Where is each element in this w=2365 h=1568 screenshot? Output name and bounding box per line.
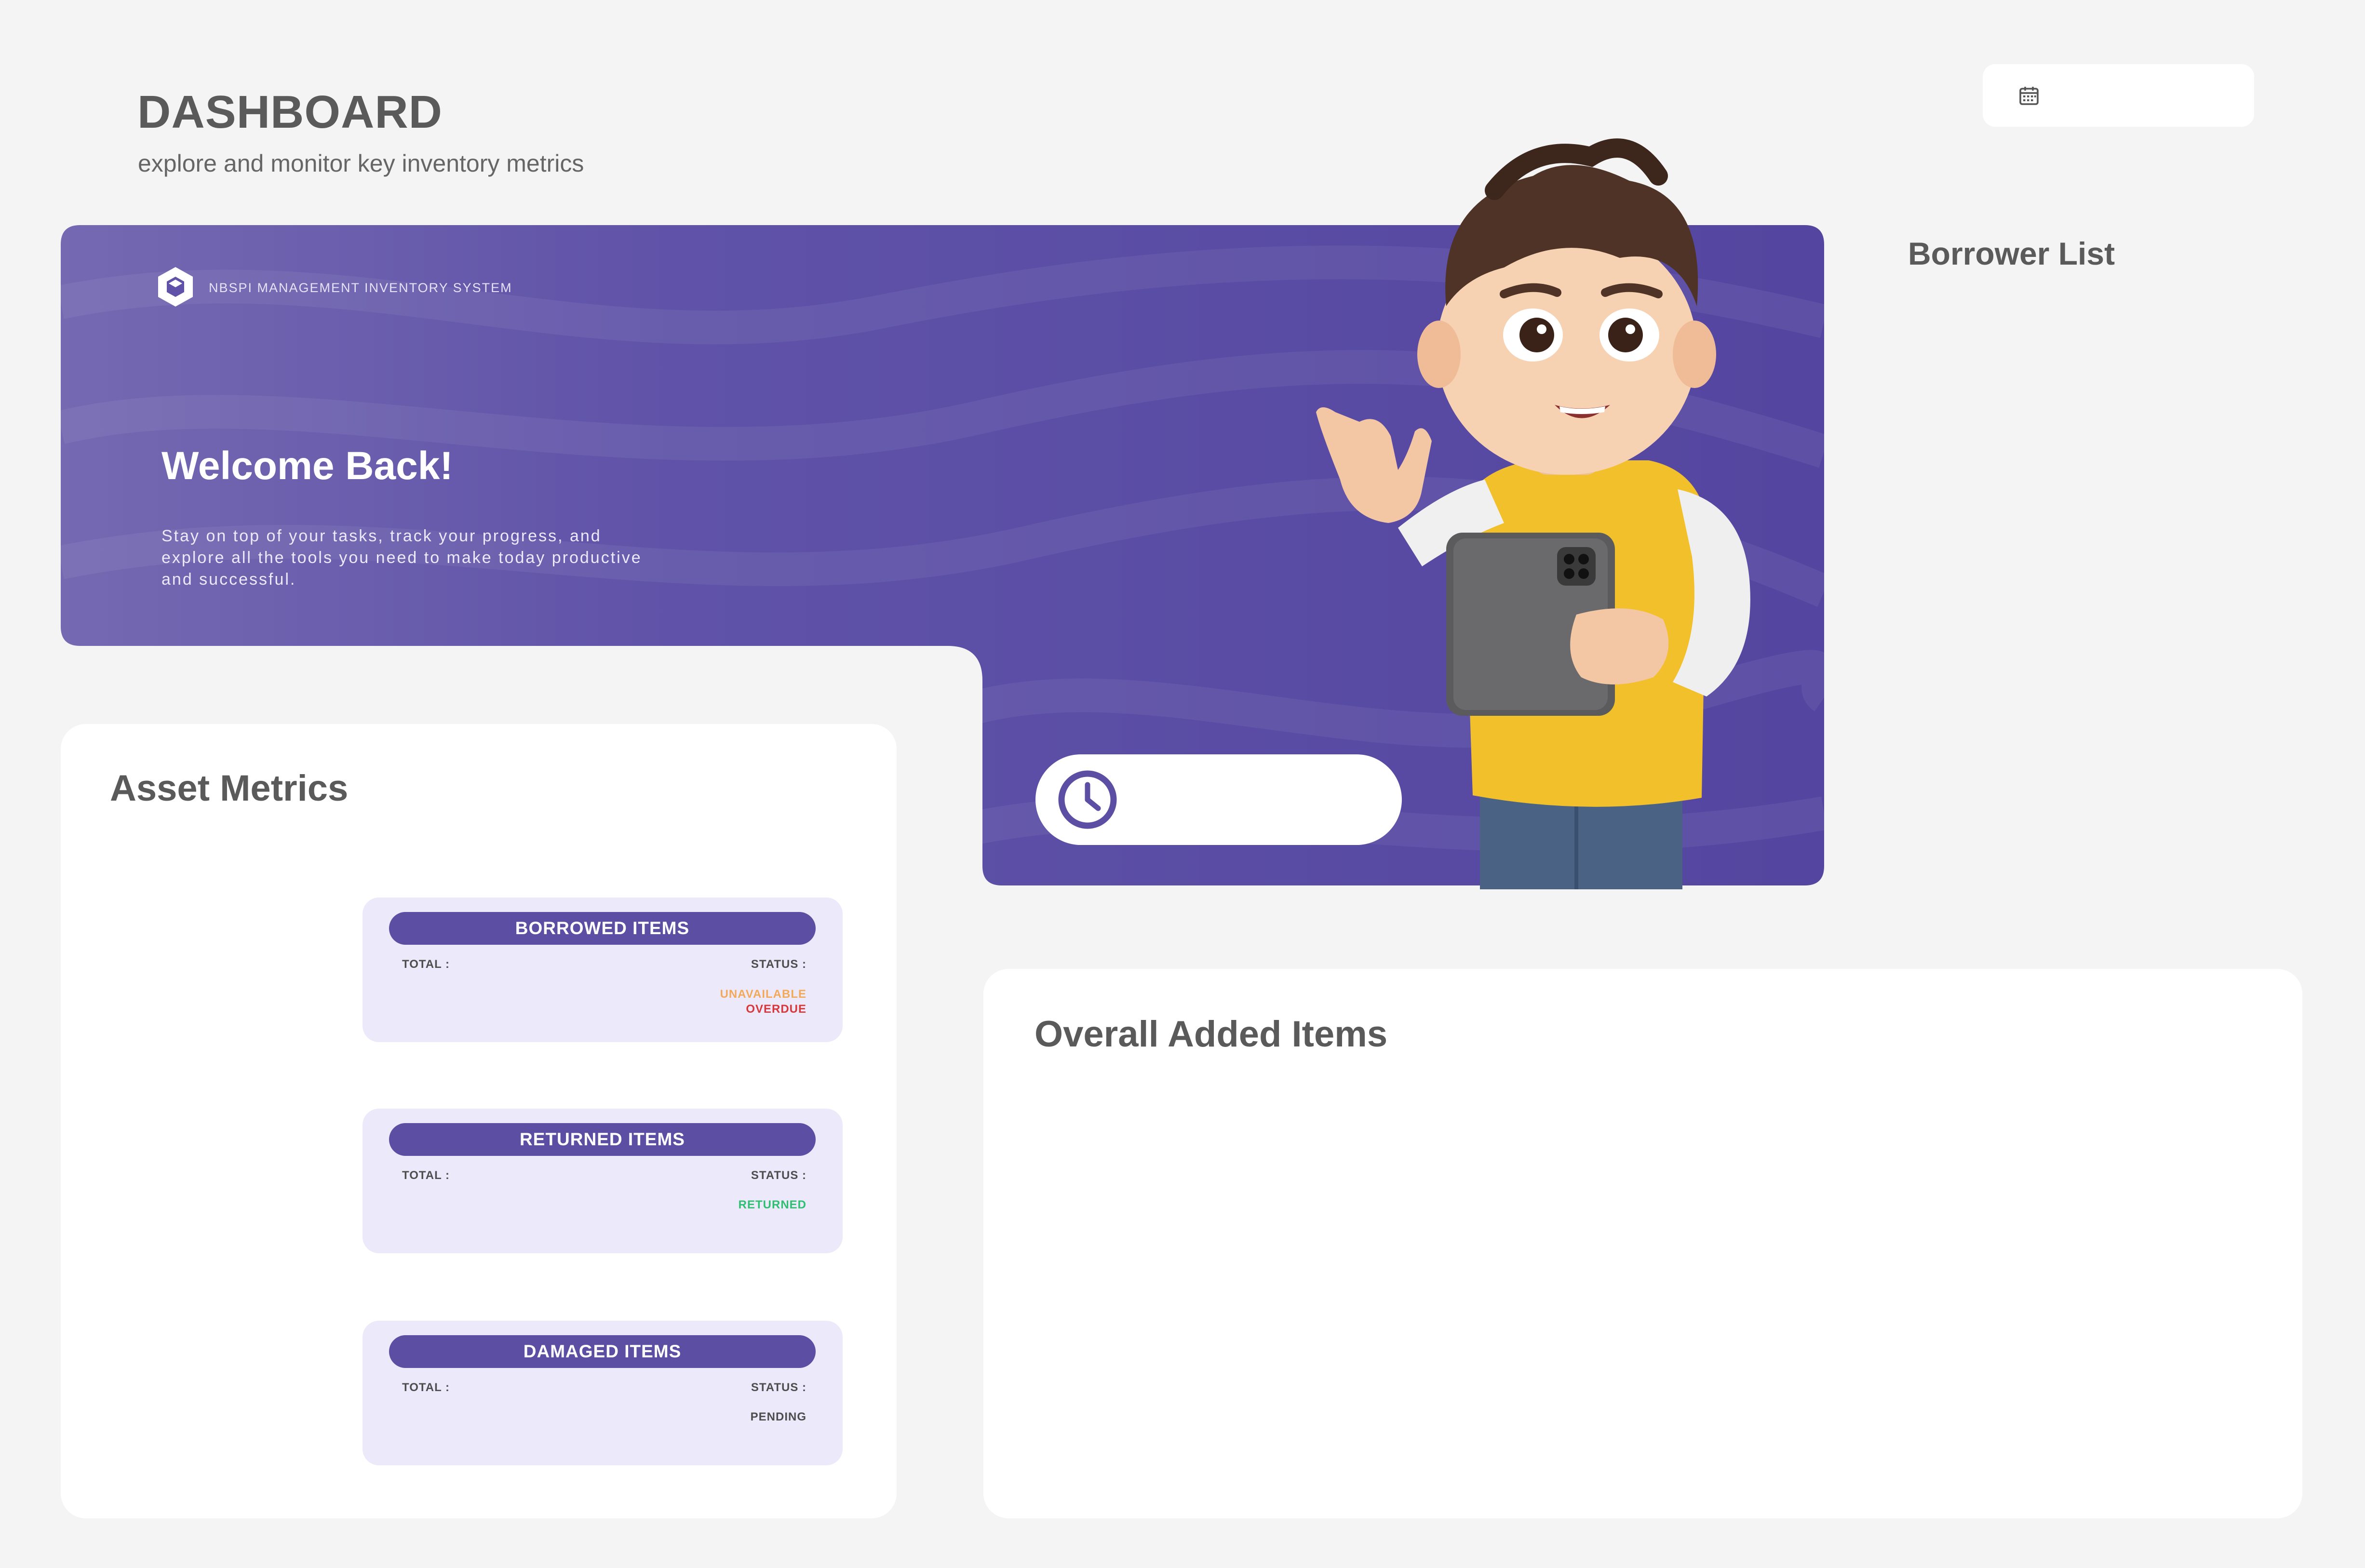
damaged-items-card[interactable]: DAMAGED ITEMS TOTAL : STATUS : PENDING: [363, 1321, 843, 1465]
page-title: DASHBOARD: [137, 86, 443, 138]
avatar-illustration: [1316, 138, 1750, 889]
status-returned: RETURNED: [738, 1198, 806, 1211]
returned-items-card[interactable]: RETURNED ITEMS TOTAL : STATUS : RETURNED: [363, 1109, 843, 1253]
welcome-description: Stay on top of your tasks, track your pr…: [161, 527, 642, 589]
returned-items-title: RETURNED ITEMS: [389, 1123, 816, 1156]
status-label: STATUS :: [751, 958, 806, 971]
total-label: TOTAL :: [402, 1381, 450, 1394]
status-overdue: OVERDUE: [746, 1003, 806, 1016]
status-unavailable: UNAVAILABLE: [720, 988, 806, 1001]
date-picker[interactable]: [1983, 64, 2254, 127]
status-label: STATUS :: [751, 1169, 806, 1182]
total-label: TOTAL :: [402, 958, 450, 971]
damaged-items-title: DAMAGED ITEMS: [389, 1335, 816, 1368]
page-subtitle: explore and monitor key inventory metric…: [138, 150, 584, 177]
borrowed-items-title: BORROWED ITEMS: [389, 912, 816, 945]
welcome-heading: Welcome Back!: [161, 444, 453, 488]
calendar-icon: [2019, 87, 2039, 105]
overall-added-items-title: Overall Added Items: [1035, 1014, 1388, 1055]
total-label: TOTAL :: [402, 1169, 450, 1182]
asset-metrics-title: Asset Metrics: [110, 768, 349, 809]
borrowed-items-card[interactable]: BORROWED ITEMS TOTAL : STATUS : UNAVAILA…: [363, 898, 843, 1042]
status-pending: PENDING: [750, 1410, 806, 1423]
brand-name: NBSPI MANAGEMENT INVENTORY SYSTEM: [209, 281, 512, 295]
borrower-list-title: Borrower List: [1908, 236, 2115, 271]
cube-logo-icon: [158, 267, 193, 307]
clock-icon: [1058, 770, 1117, 829]
status-label: STATUS :: [751, 1381, 806, 1394]
